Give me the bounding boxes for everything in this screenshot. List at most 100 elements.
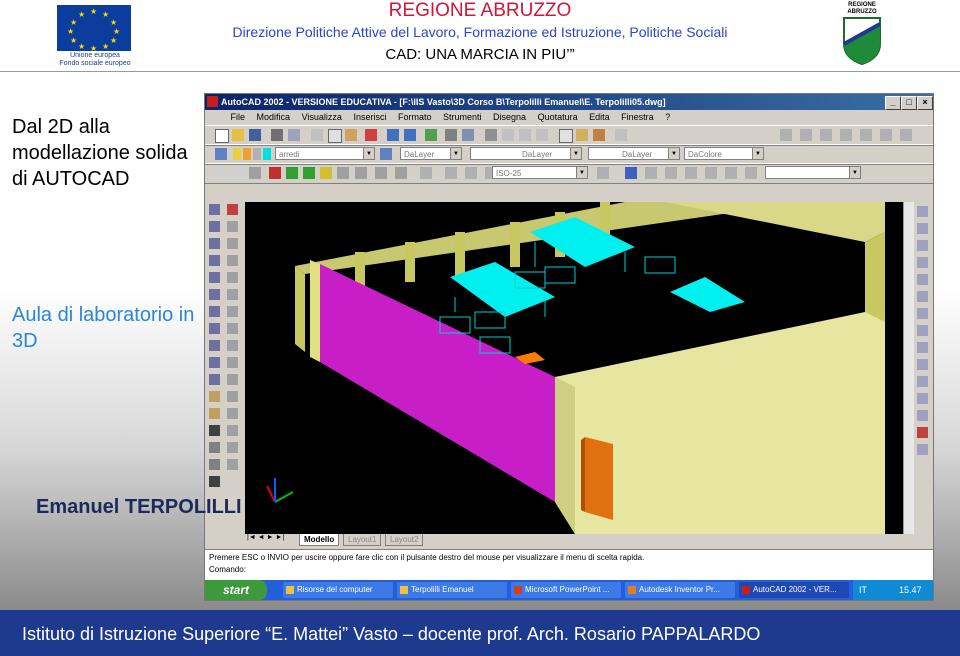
tab-layout2[interactable]: Layout2 [385,534,424,546]
explode-icon[interactable] [227,459,238,470]
dimstyle-icon[interactable] [597,167,609,179]
view-left-icon[interactable] [840,129,852,141]
zoom-previous-icon[interactable] [536,129,548,141]
render-icon[interactable] [625,167,637,179]
print-preview-icon[interactable] [288,129,300,141]
language-indicator[interactable]: IT [859,580,867,600]
plotstyle-control[interactable]: DaColore ▼ [684,147,764,160]
solid-wedge-icon[interactable] [337,167,349,179]
task-terpolilli-folder[interactable]: Terpolilli Emanuel [397,582,507,598]
section-icon[interactable] [420,167,432,179]
solid-box-icon[interactable] [269,167,281,179]
open-file-icon[interactable] [232,129,244,141]
mirror-icon[interactable] [227,238,238,249]
minimize-button[interactable]: _ [885,96,901,110]
layer-freeze-icon[interactable] [243,148,251,160]
layer-select[interactable]: arredi ▼ [275,147,375,160]
view-top-icon[interactable] [800,129,812,141]
snap-settings-icon[interactable] [917,444,928,455]
sphere-icon[interactable] [232,167,244,179]
cylinder-icon[interactable] [249,167,261,179]
autocad-window[interactable]: AutoCAD 2002 - VERSIONE EDUCATIVA - [F:\… [204,93,934,601]
named-view-select[interactable]: ▼ [765,166,861,179]
task-inventor[interactable]: Autodesk Inventor Pr... [625,582,735,598]
spline-icon[interactable] [209,340,220,351]
match-properties-icon[interactable] [365,129,377,141]
trim-icon[interactable] [227,374,238,385]
snap-none-icon[interactable] [917,427,928,438]
fog-icon[interactable] [745,167,757,179]
background-icon[interactable] [725,167,737,179]
region-icon[interactable] [209,459,220,470]
snap-intersection-icon[interactable] [917,240,928,251]
layer-color-icon[interactable] [263,148,271,160]
union-icon[interactable] [445,167,457,179]
construction-line-icon[interactable] [209,221,220,232]
command-line[interactable]: Premere ESC o INVIO per uscire oppure fa… [205,549,933,580]
move-icon[interactable] [227,289,238,300]
stretch-icon[interactable] [227,340,238,351]
layer-lock-icon[interactable] [253,148,261,160]
solid-cylinder-icon[interactable] [303,167,315,179]
help-icon[interactable] [615,129,627,141]
window-titlebar[interactable]: AutoCAD 2002 - VERSIONE EDUCATIVA - [F:\… [205,94,933,110]
snap-center-icon[interactable] [917,291,928,302]
layer-on-icon[interactable] [233,148,241,160]
snap-parallel-icon[interactable] [917,359,928,370]
mapping-icon[interactable] [705,167,717,179]
arc-icon[interactable] [209,289,220,300]
lineweight-control[interactable]: DaLayer ▼ [588,147,680,160]
line-icon[interactable] [209,204,220,215]
linetype-control[interactable]: DaLayer ▼ [470,147,582,160]
redo-icon[interactable] [404,129,416,141]
menu-help[interactable]: ? [665,112,670,122]
tool-palette-icon[interactable] [593,129,605,141]
text-icon[interactable] [209,476,220,487]
task-autocad[interactable]: AutoCAD 2002 - VER... [739,582,849,598]
snap-insert-icon[interactable] [917,376,928,387]
menu-strumenti[interactable]: Strumenti [443,112,482,122]
color-control[interactable]: DaLayer ▼ [400,147,462,160]
lengthen-icon[interactable] [227,357,238,368]
start-button[interactable]: start [205,580,267,600]
save-icon[interactable] [249,129,261,141]
menu-formato[interactable]: Formato [398,112,432,122]
snap-perpendicular-icon[interactable] [917,342,928,353]
subtract-icon[interactable] [465,167,477,179]
scene-icon[interactable] [645,167,657,179]
drawing-viewport[interactable] [245,202,903,534]
snap-node-icon[interactable] [917,393,928,404]
chamfer-icon[interactable] [227,425,238,436]
menu-file[interactable]: File [231,112,246,122]
menu-disegna[interactable]: Disegna [493,112,526,122]
close-button[interactable]: × [917,96,933,110]
copy-icon[interactable] [328,129,342,143]
task-risorse-computer[interactable]: Risorse del computer [283,582,393,598]
tab-layout1[interactable]: Layout1 [343,534,382,546]
view-front-icon[interactable] [820,129,832,141]
extend-icon[interactable] [227,391,238,402]
materials-icon[interactable] [685,167,697,179]
pan-icon[interactable] [485,129,497,141]
ellipse-icon[interactable] [209,357,220,368]
tab-nav-arrows-icon[interactable]: |◄ ◄ ► ►| [247,534,284,541]
solid-cone-icon[interactable] [320,167,332,179]
polyline-icon[interactable] [209,238,220,249]
make-block-icon[interactable] [209,408,220,419]
polygon-icon[interactable] [209,255,220,266]
rotate-icon[interactable] [227,306,238,317]
view-right-icon[interactable] [860,129,872,141]
hyperlink-icon[interactable] [425,129,437,141]
snap-endpoint-icon[interactable] [917,206,928,217]
tracking-icon[interactable] [445,129,457,141]
slice-icon[interactable] [395,167,407,179]
maximize-button[interactable]: □ [901,96,917,110]
ellipse-arc-icon[interactable] [209,374,220,385]
fillet-icon[interactable] [227,442,238,453]
scale-icon[interactable] [227,323,238,334]
solid-sphere-icon[interactable] [286,167,298,179]
insert-block-icon[interactable] [209,391,220,402]
light-icon[interactable] [665,167,677,179]
zoom-realtime-icon[interactable] [502,129,514,141]
print-icon[interactable] [271,129,283,141]
